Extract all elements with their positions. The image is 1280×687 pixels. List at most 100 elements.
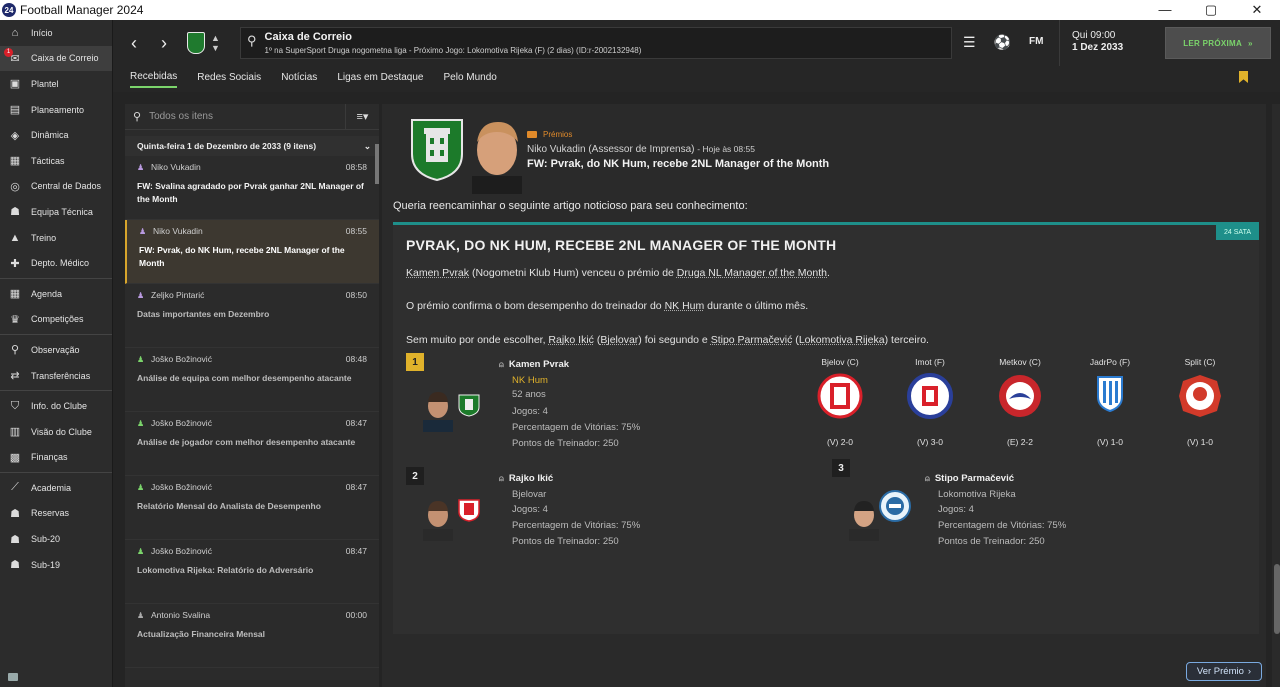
club-link[interactable]: NK Hum bbox=[665, 300, 705, 312]
person-link[interactable]: Rajko Ikić bbox=[548, 334, 594, 346]
tab-pelo-mundo[interactable]: Pelo Mundo bbox=[443, 72, 496, 87]
ball-icon[interactable]: ⚽ bbox=[994, 34, 1011, 51]
sidebar-item-inicio[interactable]: ⌂ Início bbox=[0, 20, 112, 46]
sidebar-item-agenda[interactable]: ▦ Agenda bbox=[0, 281, 112, 307]
sidebar-item-financas[interactable]: ▩ Finanças bbox=[0, 445, 112, 471]
person-icon: ♟ bbox=[137, 355, 145, 364]
date-group-header[interactable]: Quinta-feira 1 de Dezembro de 2033 (9 it… bbox=[125, 136, 379, 156]
message-item[interactable]: ♟ Joško Božinović 08:47 Análise de jogado… bbox=[125, 412, 379, 476]
academy-icon: ⟋ bbox=[11, 481, 19, 494]
opponent-badge-icon[interactable] bbox=[997, 373, 1043, 419]
forward-arrow-icon[interactable]: › bbox=[149, 33, 179, 54]
sidebar-item-info-do-clube[interactable]: ⛉ Info. do Clube bbox=[0, 393, 112, 419]
manager-avatar[interactable] bbox=[845, 497, 883, 541]
message-item[interactable]: ♟ Joško Božinović 08:47 Relatório Mensal … bbox=[125, 476, 379, 540]
award-link[interactable]: Druga NL Manager of the Month bbox=[677, 267, 827, 279]
message-item[interactable]: ♟ Niko Vukadin 08:58 FW: Svalina agradado… bbox=[125, 156, 379, 220]
sidebar-divider bbox=[0, 334, 112, 336]
sidebar-item-depto-medico[interactable]: ✚ Depto. Médico bbox=[0, 250, 112, 276]
rank-badge: 2 bbox=[406, 467, 424, 485]
sidebar-item-visao-do-clube[interactable]: ▥ Visão do Clube bbox=[0, 419, 112, 445]
u19-icon: ☗ bbox=[10, 559, 20, 572]
club-badge-icon[interactable] bbox=[457, 498, 481, 522]
opponent-badge-icon[interactable] bbox=[907, 373, 953, 419]
date-full: 1 Dez 2033 bbox=[1072, 42, 1124, 53]
search-icon: ⚲ bbox=[133, 111, 142, 123]
article-paragraph: Kamen Pvrak (Nogometni Klub Hum) venceu … bbox=[406, 267, 830, 279]
tab-recebidas[interactable]: Recebidas bbox=[130, 71, 178, 88]
club-badge-icon[interactable] bbox=[457, 393, 481, 417]
sidebar-item-plantel[interactable]: ▣ Plantel bbox=[0, 71, 112, 97]
message-item[interactable]: ♟ Zeljko Pintarić 08:50 Datas importantes… bbox=[125, 284, 379, 348]
sidebar-item-central-de-dados[interactable]: ◎ Central de Dados bbox=[0, 174, 112, 200]
bookmark-icon[interactable] bbox=[1239, 71, 1248, 83]
sent-time: - Hoje às 08:55 bbox=[697, 144, 755, 154]
manager-club[interactable]: Bjelovar bbox=[512, 489, 546, 500]
network-icon[interactable] bbox=[8, 673, 18, 681]
message-item[interactable]: ♟ Antonio Svalina 00:00 Actualização Fina… bbox=[125, 604, 379, 668]
sidebar-item-sub-20[interactable]: ☗ Sub-20 bbox=[0, 526, 112, 552]
club-crest-icon bbox=[411, 119, 463, 182]
fixture-result: (V) 1-0 bbox=[1097, 437, 1123, 447]
person-icon: ♟ bbox=[137, 611, 145, 620]
person-link[interactable]: Stipo Parmačević bbox=[711, 334, 793, 346]
manager-avatar[interactable] bbox=[419, 388, 457, 432]
reader-scrollbar[interactable] bbox=[1272, 104, 1280, 687]
sender-name[interactable]: Niko Vukadin bbox=[527, 144, 586, 155]
sidebar-item-observacao[interactable]: ⚲ Observação bbox=[0, 337, 112, 363]
chevron-down-icon[interactable]: ▼ bbox=[211, 43, 220, 53]
page-title-search[interactable]: ⚲ Caixa de Correio 1º na SuperSport Drug… bbox=[240, 27, 952, 59]
manager-win-pct: Percentagem de Vitórias: 75% bbox=[512, 520, 641, 531]
opponent-badge-icon[interactable] bbox=[1177, 373, 1223, 419]
person-link[interactable]: Kamen Pvrak bbox=[406, 267, 469, 279]
shirt-icon: ▣ bbox=[9, 78, 21, 91]
scrollbar-thumb[interactable] bbox=[1274, 564, 1280, 634]
sidebar-item-dinamica[interactable]: ◈ Dinâmica bbox=[0, 122, 112, 148]
fixture-result: (E) 2-2 bbox=[1007, 437, 1033, 447]
club-link[interactable]: Lokomotiva Rijeka bbox=[799, 334, 885, 346]
sidebar-item-equipa-tecnica[interactable]: ☗ Equipa Técnica bbox=[0, 199, 112, 225]
sidebar-item-transferencias[interactable]: ⇄ Transferências bbox=[0, 363, 112, 389]
sidebar-item-caixa-de-correio[interactable]: 1 ✉ Caixa de Correio bbox=[0, 45, 112, 72]
manager-name[interactable]: ⍝ Rajko Ikić bbox=[499, 473, 553, 484]
sidebar-item-reservas[interactable]: ☗ Reservas bbox=[0, 501, 112, 527]
tab-noticias[interactable]: Notícias bbox=[281, 72, 317, 87]
fixture-team: Split (C) bbox=[1184, 357, 1216, 367]
maximize-button[interactable]: ▢ bbox=[1188, 2, 1234, 18]
minimize-button[interactable]: — bbox=[1142, 2, 1188, 18]
rank-badge: 1 bbox=[406, 353, 424, 371]
club-link[interactable]: Bjelovar bbox=[600, 334, 638, 346]
sidebar-item-treino[interactable]: ▲ Treino bbox=[0, 225, 112, 251]
sidebar-item-academia[interactable]: ⟋ Academia bbox=[0, 475, 112, 501]
sidebar-item-tacticas[interactable]: ▦ Tácticas bbox=[0, 148, 112, 174]
sidebar-item-sub-19[interactable]: ☗ Sub-19 bbox=[0, 552, 112, 578]
manager-points: Pontos de Treinador: 250 bbox=[512, 536, 619, 547]
message-item[interactable]: ♟ Joško Božinović 08:47 Lokomotiva Rijeka… bbox=[125, 540, 379, 604]
filter-menu-icon[interactable]: ≡▾ bbox=[345, 104, 379, 129]
tab-redes-sociais[interactable]: Redes Sociais bbox=[197, 72, 261, 87]
menu-icon[interactable]: ☰ bbox=[963, 34, 976, 51]
message-item-selected[interactable]: ♟ Niko Vukadin 08:55 FW: Pvrak, do NK Hum… bbox=[125, 220, 379, 284]
close-button[interactable]: ✕ bbox=[1234, 2, 1280, 18]
view-award-button[interactable]: Ver Prémio › bbox=[1186, 662, 1262, 681]
opponent-badge-icon[interactable] bbox=[817, 373, 863, 419]
manager-club[interactable]: NK Hum bbox=[512, 375, 548, 386]
manager-name[interactable]: ⍝ Stipo Parmačević bbox=[925, 473, 1014, 484]
tab-ligas-em-destaque[interactable]: Ligas em Destaque bbox=[337, 72, 423, 87]
filter-search-input[interactable]: ⚲ Todos os itens bbox=[125, 104, 345, 129]
fm-menu-button[interactable]: FM bbox=[1029, 36, 1043, 51]
read-next-button[interactable]: LER PRÓXIMA» bbox=[1165, 27, 1271, 59]
message-item[interactable]: ♟ Joško Božinović 08:48 Análise de equipa… bbox=[125, 348, 379, 412]
club-switch-arrows[interactable]: ▲ ▼ bbox=[211, 33, 220, 53]
back-arrow-icon[interactable]: ‹ bbox=[119, 33, 149, 54]
manager-club[interactable]: Lokomotiva Rijeka bbox=[938, 489, 1016, 500]
chevron-up-icon[interactable]: ▲ bbox=[211, 33, 220, 43]
sidebar-item-competicoes[interactable]: ♛ Competições bbox=[0, 307, 112, 333]
club-crest-icon[interactable] bbox=[187, 32, 205, 54]
sidebar-item-planeamento[interactable]: ▤ Planeamento bbox=[0, 97, 112, 123]
page-subtitle: 1º na SuperSport Druga nogometna liga - … bbox=[264, 46, 642, 55]
club-badge-icon[interactable] bbox=[879, 490, 911, 522]
opponent-badge-icon[interactable] bbox=[1087, 373, 1133, 419]
manager-avatar[interactable] bbox=[419, 497, 457, 541]
manager-name[interactable]: ⍝ Kamen Pvrak bbox=[499, 359, 569, 370]
